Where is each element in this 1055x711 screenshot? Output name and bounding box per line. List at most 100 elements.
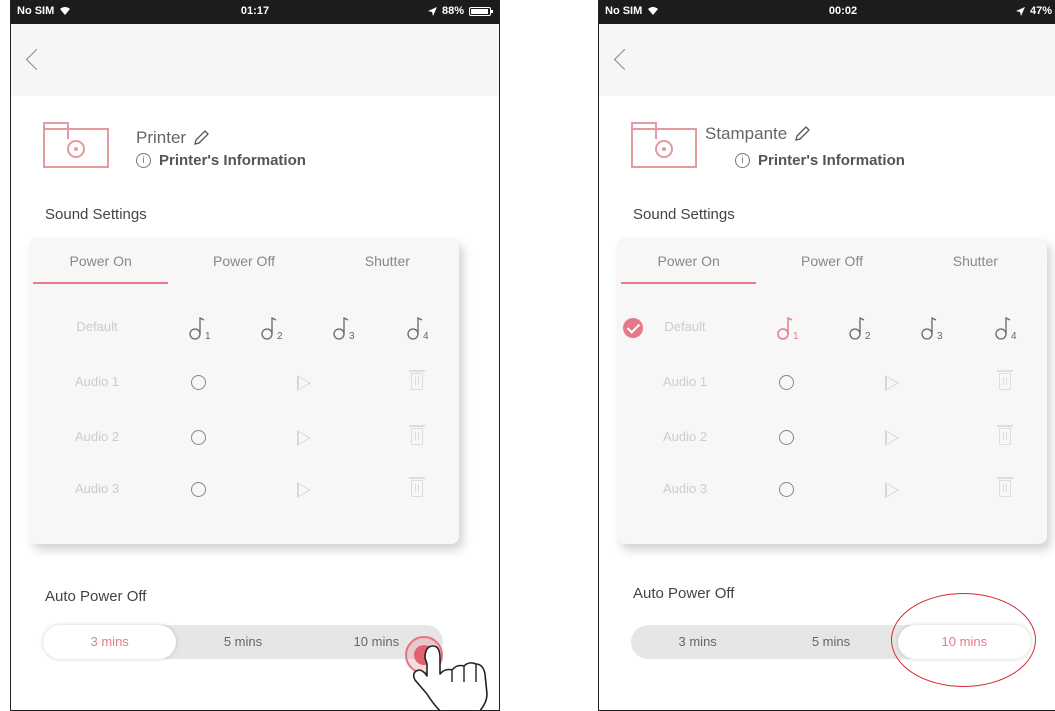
clock: 00:02 [828, 5, 858, 17]
clock: 01:17 [240, 5, 270, 17]
sound-number: 2 [865, 331, 871, 342]
sound-number: 2 [277, 331, 283, 342]
sound-row-label: Audio 1 [74, 374, 120, 389]
sound-settings-title: Sound Settings [45, 206, 147, 223]
trash-icon[interactable] [997, 477, 1013, 497]
printer-information-label: Printer's Information [159, 152, 306, 169]
sound-settings-card: Power On Power Off Shutter Default 1 2 3… [29, 238, 459, 544]
battery-status: 47% [1015, 5, 1055, 17]
option-5-mins[interactable]: 5 mins [764, 625, 897, 659]
play-icon[interactable] [885, 430, 899, 446]
nav-bar [599, 24, 1055, 96]
printer-information-label: Printer's Information [758, 152, 905, 169]
music-note-3-icon[interactable]: 3 [329, 312, 359, 342]
music-note-1-icon[interactable]: 1 [773, 312, 803, 342]
tab-power-off[interactable]: Power Off [172, 238, 315, 282]
trash-icon[interactable] [997, 370, 1013, 390]
battery-icon [469, 6, 493, 16]
music-note-2-icon[interactable]: 2 [257, 312, 287, 342]
sound-number: 1 [793, 331, 799, 342]
tab-power-on[interactable]: Power On [29, 238, 172, 284]
left-phone-screen: No SIM 01:17 88% Printer i Printer's Inf… [10, 0, 500, 711]
location-arrow-icon [427, 6, 437, 16]
battery-percent: 47% [1029, 5, 1052, 17]
checkmark-icon [623, 318, 643, 338]
sound-row-audio-2[interactable]: Audio 2 [29, 418, 459, 458]
sound-row-audio-1[interactable]: Audio 1 [29, 363, 459, 403]
sound-row-audio-2[interactable]: Audio 2 [617, 418, 1047, 458]
sound-row-label: Audio 1 [662, 374, 708, 389]
printer-icon [43, 122, 109, 168]
sound-row-label: Audio 3 [662, 481, 708, 496]
sound-row-label: Audio 3 [74, 481, 120, 496]
record-radio[interactable] [779, 375, 794, 390]
info-icon: i [136, 153, 151, 168]
trash-icon[interactable] [409, 477, 425, 497]
edit-pencil-icon[interactable] [793, 125, 811, 143]
status-bar: No SIM 01:17 88% [11, 0, 499, 24]
sound-tabs: Power On Power Off Shutter [29, 238, 459, 284]
trash-icon[interactable] [409, 425, 425, 445]
printer-information-link[interactable]: i Printer's Information [136, 152, 306, 169]
record-radio[interactable] [779, 482, 794, 497]
auto-power-off-title: Auto Power Off [45, 588, 147, 605]
pointing-hand-icon [412, 645, 488, 710]
record-radio[interactable] [191, 430, 206, 445]
nav-bar [11, 24, 499, 96]
sound-number: 4 [1011, 331, 1017, 342]
option-5-mins[interactable]: 5 mins [176, 625, 309, 659]
record-radio[interactable] [779, 430, 794, 445]
back-chevron-icon[interactable] [25, 48, 48, 71]
battery-percent: 88% [441, 5, 464, 17]
printer-name-label: Stampante [705, 124, 788, 143]
sound-row-audio-3[interactable]: Audio 3 [29, 470, 459, 510]
music-note-4-icon[interactable]: 4 [991, 312, 1021, 342]
sound-row-label: Audio 2 [662, 429, 708, 444]
trash-icon[interactable] [997, 425, 1013, 445]
play-icon[interactable] [885, 482, 899, 498]
printer-icon [631, 122, 697, 168]
record-radio[interactable] [191, 482, 206, 497]
auto-power-off-title: Auto Power Off [633, 585, 735, 602]
music-note-3-icon[interactable]: 3 [917, 312, 947, 342]
info-icon: i [735, 153, 750, 168]
play-icon[interactable] [885, 375, 899, 391]
play-icon[interactable] [297, 430, 311, 446]
sound-settings-card: Power On Power Off Shutter Default 1 2 3… [617, 238, 1047, 544]
highlight-circle [891, 593, 1036, 687]
music-note-1-icon[interactable]: 1 [185, 312, 215, 342]
sound-row-audio-3[interactable]: Audio 3 [617, 470, 1047, 510]
sound-row-default[interactable]: Default 1 2 3 4 [617, 308, 1047, 348]
sound-row-label: Default [76, 319, 118, 334]
auto-power-off-selector[interactable]: 3 mins 5 mins 10 mins [43, 625, 443, 659]
printer-name[interactable]: Stampante [705, 124, 811, 144]
battery-status: 88% [427, 5, 493, 17]
sound-row-audio-1[interactable]: Audio 1 [617, 363, 1047, 403]
printer-information-link[interactable]: i Printer's Information [735, 152, 905, 169]
sound-number: 3 [349, 331, 355, 342]
status-bar: No SIM 00:02 47% [599, 0, 1055, 24]
record-radio[interactable] [191, 375, 206, 390]
music-note-2-icon[interactable]: 2 [845, 312, 875, 342]
play-icon[interactable] [297, 482, 311, 498]
sound-number: 1 [205, 331, 211, 342]
sound-number: 3 [937, 331, 943, 342]
tab-power-off[interactable]: Power Off [760, 238, 903, 282]
option-3-mins[interactable]: 3 mins [631, 625, 764, 659]
sound-row-label: Default [664, 319, 706, 334]
music-note-4-icon[interactable]: 4 [403, 312, 433, 342]
edit-pencil-icon[interactable] [192, 129, 210, 147]
trash-icon[interactable] [409, 370, 425, 390]
sound-settings-title: Sound Settings [633, 206, 735, 223]
sound-row-default[interactable]: Default 1 2 3 4 [29, 308, 459, 348]
tab-shutter[interactable]: Shutter [316, 238, 459, 282]
tab-shutter[interactable]: Shutter [904, 238, 1047, 282]
printer-name-label: Printer [136, 128, 187, 147]
back-chevron-icon[interactable] [613, 48, 636, 71]
sound-tabs: Power On Power Off Shutter [617, 238, 1047, 284]
sound-row-label: Audio 2 [74, 429, 120, 444]
tab-power-on[interactable]: Power On [617, 238, 760, 284]
printer-name[interactable]: Printer [136, 128, 210, 148]
play-icon[interactable] [297, 375, 311, 391]
option-3-mins[interactable]: 3 mins [43, 625, 177, 659]
